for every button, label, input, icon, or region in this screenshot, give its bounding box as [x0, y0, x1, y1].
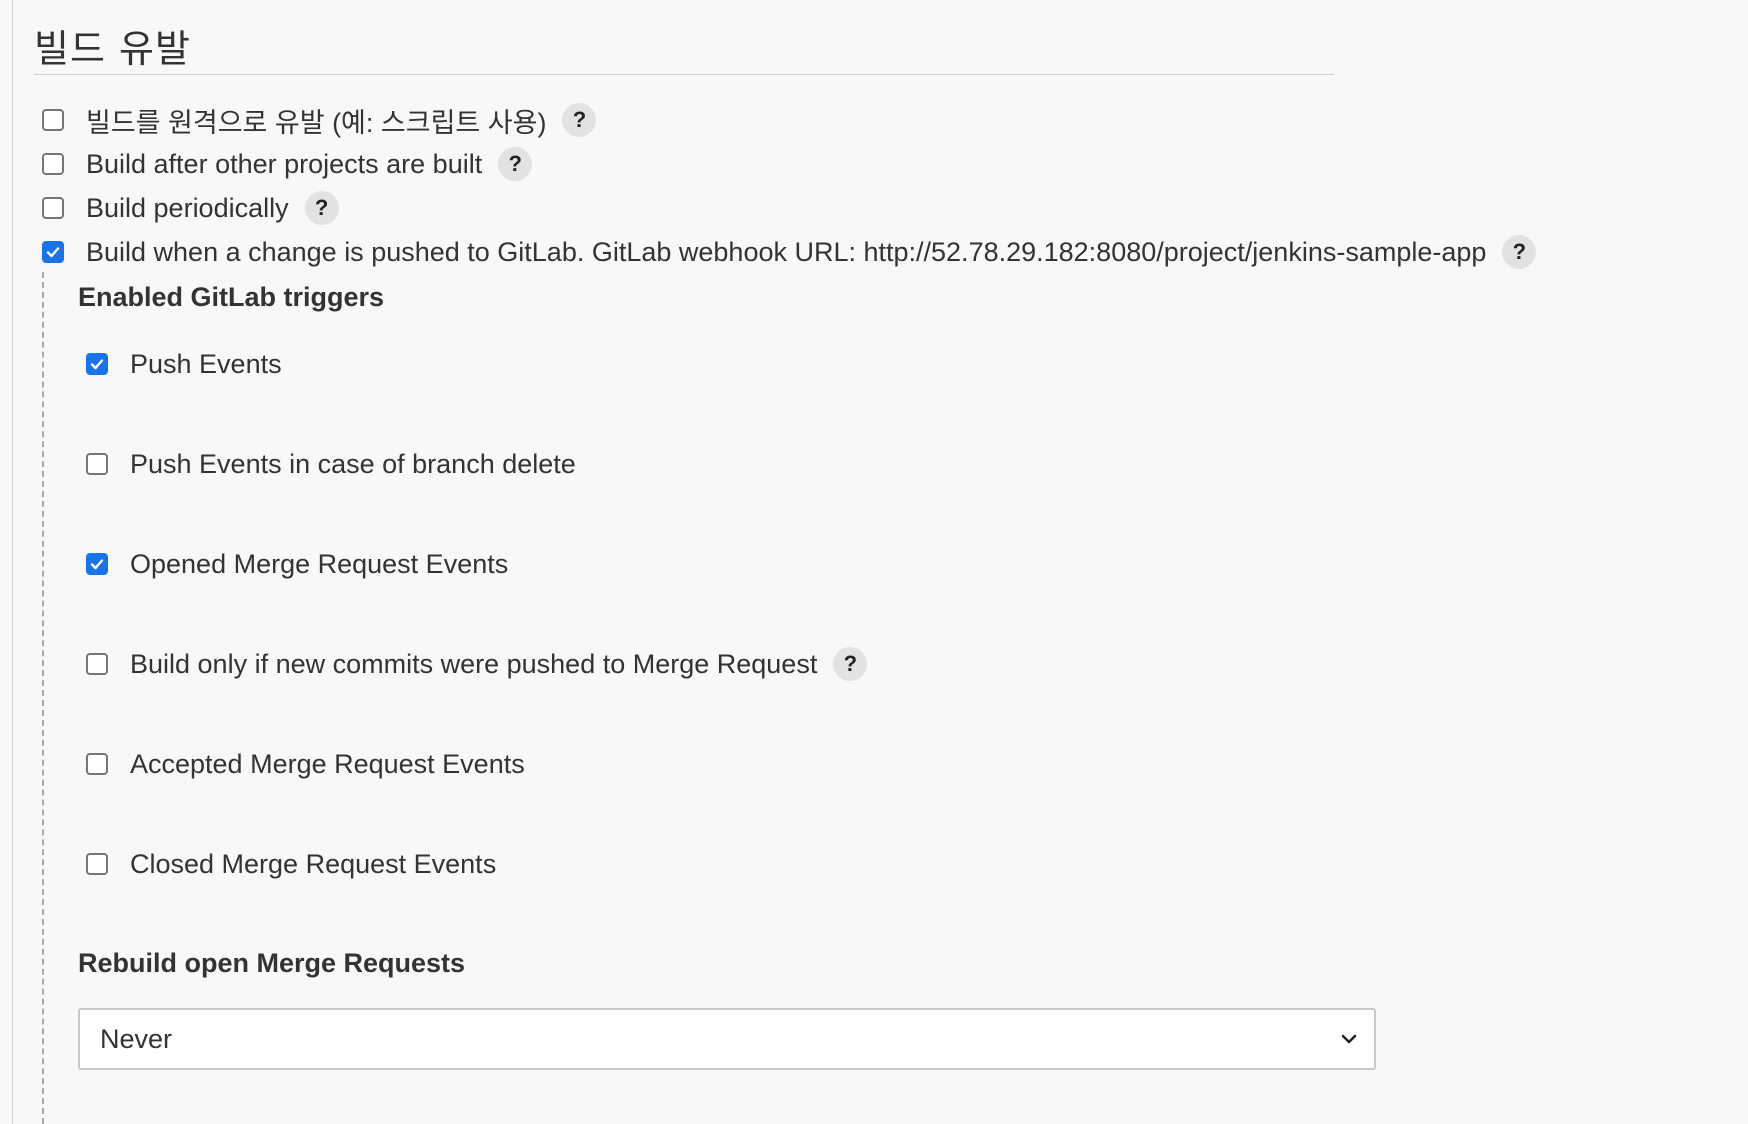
trigger-gitlab-push-row: Build when a change is pushed to GitLab.… — [42, 232, 1537, 272]
event-opened-mr-label: Opened Merge Request Events — [130, 548, 509, 579]
event-push-branch-delete-label: Push Events in case of branch delete — [130, 448, 576, 479]
event-push-row: Push Events — [86, 344, 282, 384]
checkmark-icon — [46, 247, 60, 258]
title-divider — [34, 74, 1334, 75]
event-closed-mr-label: Closed Merge Request Events — [130, 848, 497, 879]
help-icon[interactable]: ? — [562, 103, 597, 137]
rebuild-mr-selected-value: Never — [100, 1023, 173, 1054]
trigger-periodic-label: Build periodically — [86, 192, 289, 223]
chevron-down-icon — [1341, 1034, 1357, 1044]
event-accepted-mr-checkbox[interactable] — [86, 753, 108, 775]
gitlab-triggers-heading: Enabled GitLab triggers — [78, 282, 385, 312]
trigger-periodic-checkbox[interactable] — [42, 197, 64, 219]
nested-section-border — [42, 272, 44, 1124]
trigger-after-other-label: Build after other projects are built — [86, 148, 483, 179]
event-push-branch-delete-row: Push Events in case of branch delete — [86, 444, 576, 484]
event-push-branch-delete-checkbox[interactable] — [86, 453, 108, 475]
trigger-after-other-row: Build after other projects are built ? — [42, 144, 533, 184]
trigger-gitlab-push-checkbox[interactable] — [42, 241, 64, 263]
trigger-remote-checkbox[interactable] — [42, 109, 64, 131]
trigger-remote-label: 빌드를 원격으로 유발 (예: 스크립트 사용) — [86, 107, 547, 138]
event-opened-mr-row: Opened Merge Request Events — [86, 544, 508, 584]
event-new-commits-mr-label: Build only if new commits were pushed to… — [130, 648, 818, 679]
event-push-checkbox[interactable] — [86, 353, 108, 375]
event-opened-mr-checkbox[interactable] — [86, 553, 108, 575]
help-icon[interactable]: ? — [833, 647, 868, 681]
rebuild-mr-heading: Rebuild open Merge Requests — [78, 948, 466, 978]
event-accepted-mr-row: Accepted Merge Request Events — [86, 744, 525, 784]
event-closed-mr-checkbox[interactable] — [86, 853, 108, 875]
trigger-periodic-row: Build periodically ? — [42, 188, 339, 228]
event-accepted-mr-label: Accepted Merge Request Events — [130, 748, 525, 779]
trigger-after-other-checkbox[interactable] — [42, 153, 64, 175]
trigger-gitlab-push-label: Build when a change is pushed to GitLab.… — [86, 236, 1487, 267]
trigger-remote-row: 빌드를 원격으로 유발 (예: 스크립트 사용) ? — [42, 100, 597, 140]
event-closed-mr-row: Closed Merge Request Events — [86, 844, 496, 884]
help-icon[interactable]: ? — [304, 191, 339, 225]
page-left-border — [12, 0, 13, 1124]
rebuild-mr-select[interactable]: Never — [78, 1008, 1376, 1070]
section-title: 빌드 유발 — [34, 27, 191, 71]
event-push-label: Push Events — [130, 348, 282, 379]
event-new-commits-mr-checkbox[interactable] — [86, 653, 108, 675]
event-new-commits-mr-row: Build only if new commits were pushed to… — [86, 644, 868, 684]
help-icon[interactable]: ? — [1502, 235, 1537, 269]
help-icon[interactable]: ? — [498, 147, 533, 181]
checkmark-icon — [90, 559, 104, 570]
checkmark-icon — [90, 359, 104, 370]
